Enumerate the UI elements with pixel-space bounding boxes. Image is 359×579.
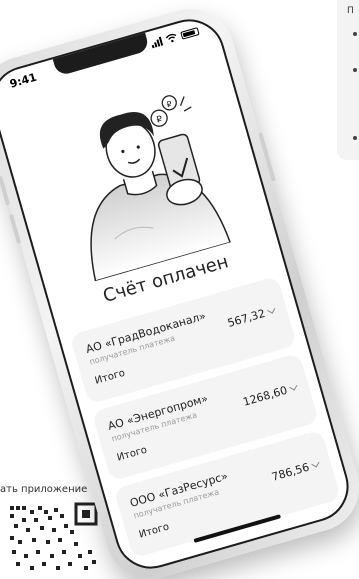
page: П ать приложение 9:41 ₽ ₽ Счёт оплачен А… (0, 0, 359, 579)
chevron-down-icon[interactable] (289, 382, 298, 391)
bullet-icon (353, 136, 357, 140)
signal-icon (150, 36, 164, 49)
info-card-heading: П (347, 6, 354, 16)
info-card: П (337, 0, 359, 160)
chevron-down-icon[interactable] (311, 459, 320, 468)
qr-code-icon[interactable] (4, 500, 100, 579)
wifi-icon (165, 33, 177, 43)
chevron-down-icon[interactable] (267, 305, 276, 314)
battery-icon (180, 26, 200, 40)
bill-list: АО «ГрадВодоканал» получатель платежа Ит… (69, 275, 343, 566)
download-app-label: ать приложение (0, 484, 88, 495)
status-icons (150, 26, 200, 49)
status-time: 9:41 (8, 70, 39, 91)
bullet-icon (353, 32, 357, 36)
bullet-icon (353, 68, 357, 72)
